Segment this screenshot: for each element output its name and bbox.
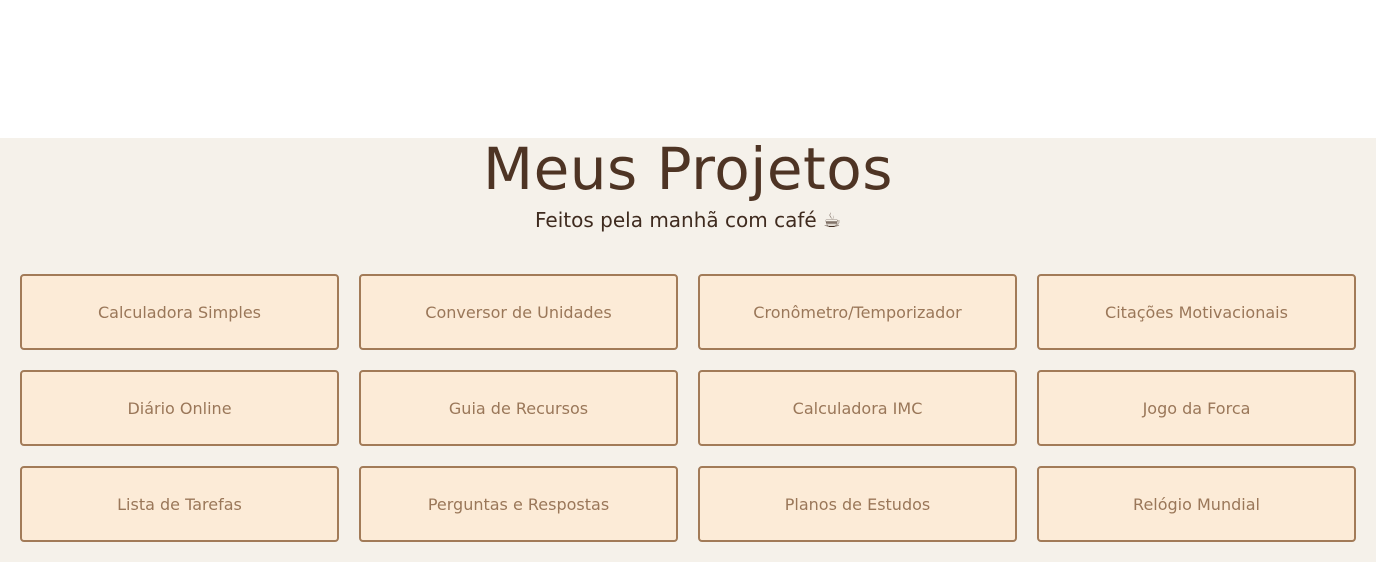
project-card-calculadora-imc[interactable]: Calculadora IMC — [698, 370, 1017, 446]
page-subtitle: Feitos pela manhã com café ☕ — [535, 208, 841, 232]
project-card-planos-de-estudos[interactable]: Planos de Estudos — [698, 466, 1017, 542]
project-card-cronometro-temporizador[interactable]: Cronômetro/Temporizador — [698, 274, 1017, 350]
project-card-guia-de-recursos[interactable]: Guia de Recursos — [359, 370, 678, 446]
project-card-lista-de-tarefas[interactable]: Lista de Tarefas — [20, 466, 339, 542]
project-grid: Calculadora Simples Conversor de Unidade… — [20, 274, 1356, 542]
project-card-citacoes-motivacionais[interactable]: Citações Motivacionais — [1037, 274, 1356, 350]
top-blank-area — [0, 0, 1376, 138]
project-card-relogio-mundial[interactable]: Relógio Mundial — [1037, 466, 1356, 542]
project-card-diario-online[interactable]: Diário Online — [20, 370, 339, 446]
project-card-jogo-da-forca[interactable]: Jogo da Forca — [1037, 370, 1356, 446]
page-title: Meus Projetos — [483, 135, 893, 203]
projects-section: Meus Projetos Feitos pela manhã com café… — [0, 138, 1376, 562]
project-card-perguntas-e-respostas[interactable]: Perguntas e Respostas — [359, 466, 678, 542]
project-card-calculadora-simples[interactable]: Calculadora Simples — [20, 274, 339, 350]
project-card-conversor-de-unidades[interactable]: Conversor de Unidades — [359, 274, 678, 350]
